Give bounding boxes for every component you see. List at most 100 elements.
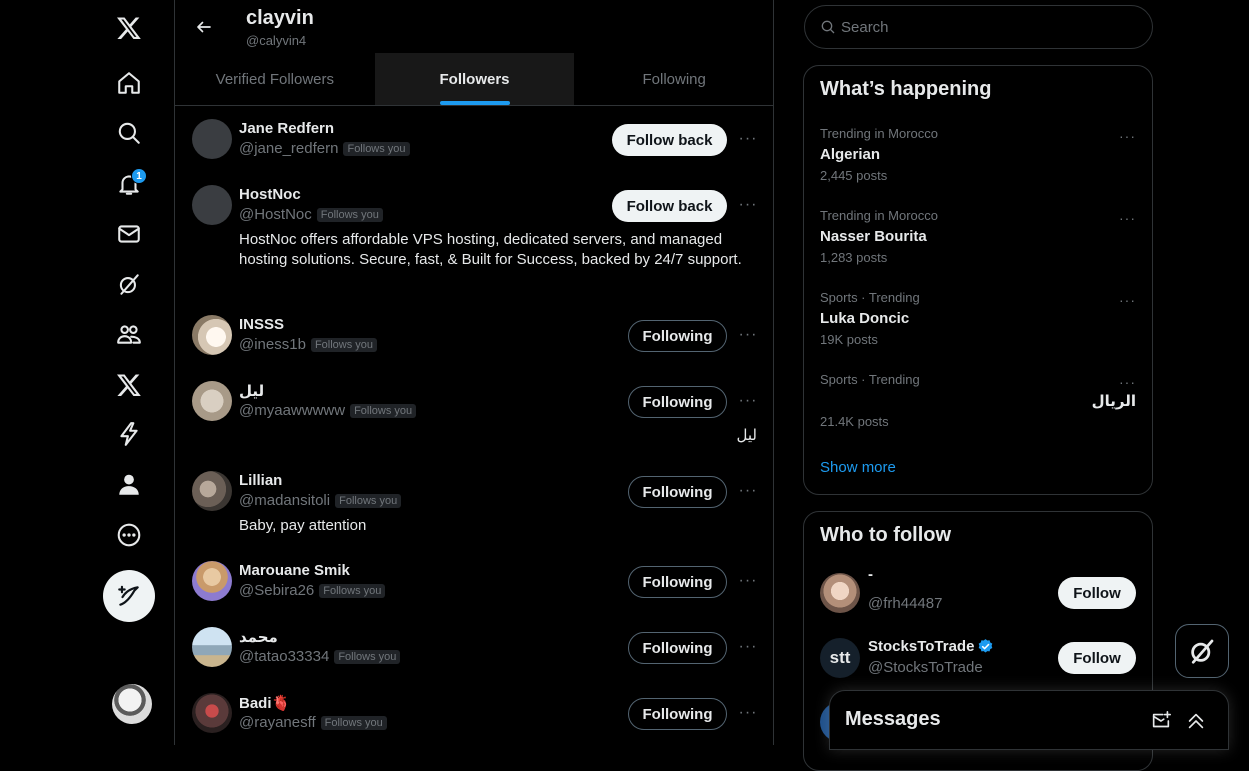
messages-envelope-icon[interactable] [104,209,154,259]
more-options-icon[interactable]: ··· [737,194,759,216]
following-button[interactable]: Following [628,476,727,508]
user-handle: @HostNoc [239,206,312,223]
who-to-follow-title: Who to follow [820,524,952,546]
tab-verified-followers[interactable]: Verified Followers [175,53,375,105]
tab-followers[interactable]: Followers [374,53,575,105]
user-name[interactable]: Marouane Smik [239,562,350,579]
sidebar-nav: 1 [0,0,174,745]
follow-button[interactable]: Follow [1058,642,1136,674]
user-handle: @tatao33334 [239,648,330,665]
more-options-icon[interactable]: ··· [737,390,759,412]
grok-floating-button[interactable] [1175,624,1229,678]
verified-orgs-lightning-icon[interactable] [104,409,154,459]
user-avatar[interactable] [192,381,232,421]
user-avatar[interactable] [192,561,232,601]
profile-handle: @calyvin4 [246,33,307,48]
grok-icon[interactable] [104,259,154,309]
profile-person-icon[interactable] [104,460,154,510]
more-options-icon[interactable]: ··· [737,480,759,502]
x-logo-icon[interactable] [104,3,154,53]
search-input[interactable] [841,18,1121,36]
search-icon [821,20,835,34]
follows-you-badge: Follows you [310,337,378,352]
profile-name: clayvin [246,7,314,29]
trend-meta: Sports · Trending [820,372,920,387]
user-handle: @jane_redfern [239,140,339,157]
user-name[interactable]: INSSS [239,316,284,333]
following-button[interactable]: Following [628,632,727,664]
notifications-bell-icon[interactable]: 1 [104,159,154,209]
follow-button[interactable]: Follow [1058,577,1136,609]
premium-x-icon[interactable] [104,360,154,410]
following-button[interactable]: Following [628,386,727,418]
more-options-icon[interactable]: ··· [1119,292,1136,308]
following-button[interactable]: Following [628,698,727,730]
user-avatar[interactable] [192,471,232,511]
home-icon[interactable] [104,58,154,108]
show-more-link[interactable]: Show more [820,459,896,476]
new-message-icon[interactable] [1150,710,1172,732]
trend-topic: Algerian [820,146,881,163]
communities-icon[interactable] [104,309,154,359]
more-options-icon[interactable]: ··· [1119,210,1136,226]
more-options-icon[interactable]: ··· [1119,374,1136,390]
messages-drawer[interactable]: Messages [829,690,1229,750]
more-options-icon[interactable]: ··· [737,702,759,724]
user-handle-line: @rayanesff Follows you [239,714,387,731]
user-name-text: StocksToTrade [868,638,975,655]
account-avatar[interactable] [112,684,152,724]
user-name[interactable]: - [868,566,873,583]
more-options-icon[interactable]: ··· [737,570,759,592]
user-name[interactable]: Badi🫀 [239,694,290,712]
user-avatar[interactable] [192,119,232,159]
more-options-icon[interactable]: ··· [737,128,759,150]
trend-topic: Luka Doncic [820,310,910,327]
expand-chevrons-up-icon[interactable] [1185,710,1207,732]
following-button[interactable]: Following [628,320,727,352]
trend-meta: Trending in Morocco [820,126,939,141]
user-name[interactable]: ليل [239,382,264,400]
following-button[interactable]: Following [628,566,727,598]
more-circle-icon[interactable] [104,510,154,560]
stocks-to-trade-avatar[interactable]: stt [820,638,860,678]
user-handle: @frh44487 [868,595,943,612]
user-avatar[interactable] [192,315,232,355]
user-name[interactable]: Lillian [239,472,282,489]
user-handle: @rayanesff [239,714,316,731]
user-name[interactable]: Jane Redfern [239,120,334,137]
back-arrow-button[interactable] [189,12,219,42]
tab-following[interactable]: Following [574,53,773,105]
user-handle-line: @iness1b Follows you [239,336,378,353]
follows-you-badge: Follows you [350,403,417,418]
user-name[interactable]: محمد [239,628,278,646]
tab-bar: Verified Followers Followers Following [175,53,773,106]
user-avatar[interactable] [192,693,232,733]
user-handle-line: @madansitoli Follows you [239,492,402,509]
compose-post-button[interactable] [103,570,155,622]
follows-you-badge: Follows you [343,141,410,156]
trend-topic: Nasser Bourita [820,228,927,245]
user-avatar[interactable] [192,627,232,667]
follow-back-button[interactable]: Follow back [612,124,727,156]
verified-badge-icon [979,639,993,653]
trend-count: 1,283 posts [820,250,888,265]
user-handle: @madansitoli [239,492,331,509]
follows-you-badge: Follows you [316,207,383,222]
trend-meta: Sports · Trending [820,290,920,305]
search-bar[interactable] [804,5,1153,49]
user-avatar[interactable] [192,185,232,225]
more-options-icon[interactable]: ··· [1119,128,1136,144]
follow-back-button[interactable]: Follow back [612,190,727,222]
messages-title: Messages [845,708,941,730]
whats-happening-card: What’s happening Trending in Morocco ···… [803,65,1153,495]
arrow-left-icon [197,21,211,33]
more-options-icon[interactable]: ··· [737,324,759,346]
user-handle-line: @tatao33334 Follows you [239,648,401,665]
user-bio: ليل [736,427,757,444]
notification-count-badge: 1 [131,168,147,184]
more-options-icon[interactable]: ··· [737,636,759,658]
explore-search-icon[interactable] [104,108,154,158]
user-avatar[interactable] [820,573,860,613]
user-name[interactable]: StocksToTrade [868,638,994,655]
user-name[interactable]: HostNoc [239,186,301,203]
